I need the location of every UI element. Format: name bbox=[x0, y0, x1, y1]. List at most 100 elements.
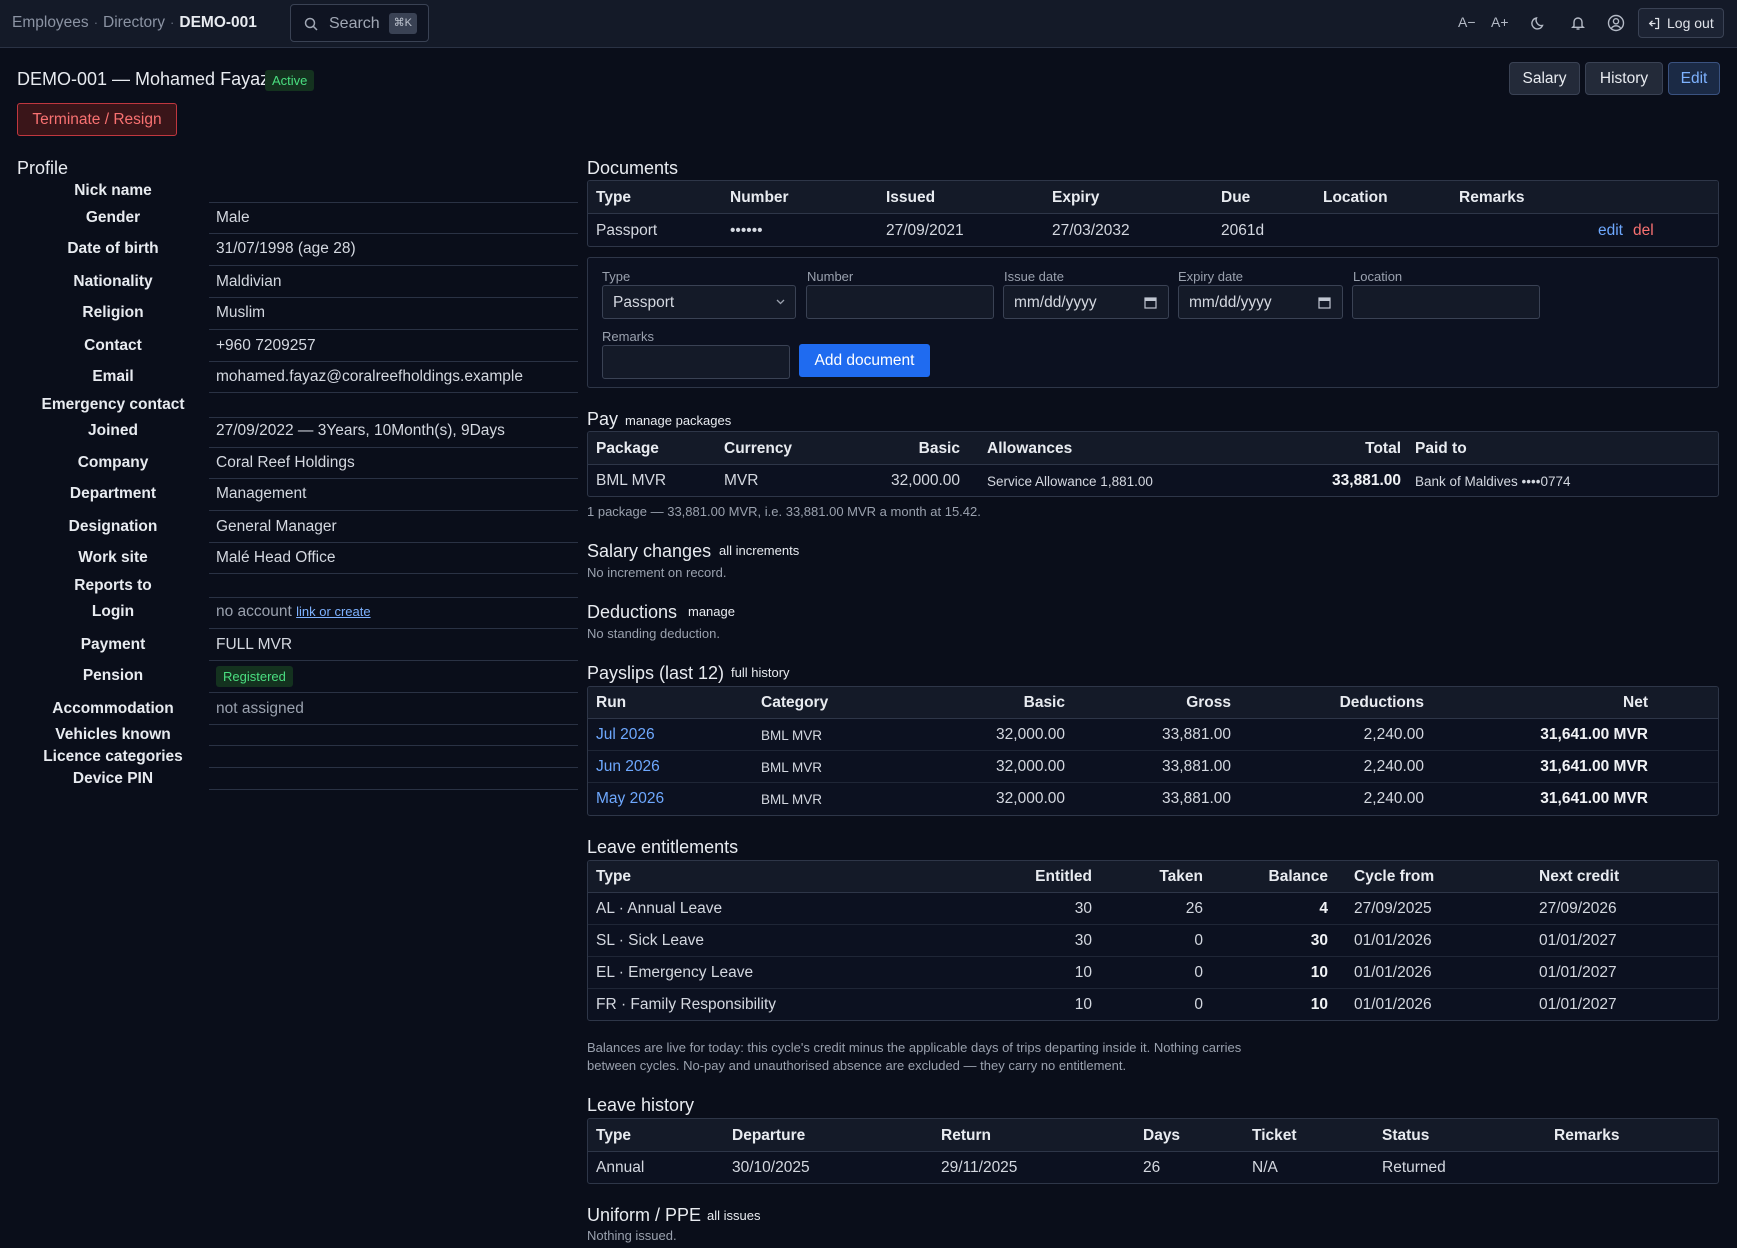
payslip-category: BML MVR bbox=[761, 728, 823, 743]
row-divider bbox=[209, 329, 578, 330]
top-bar: Employees · Directory · DEMO-001 Search ⌘K A… bbox=[0, 0, 1737, 48]
doc-edit-link[interactable]: edit bbox=[1598, 222, 1623, 240]
leave-cycle-from: 01/01/2026 bbox=[1354, 964, 1432, 981]
row-divider bbox=[209, 233, 578, 234]
leave-type: SL · Sick Leave bbox=[596, 932, 704, 949]
payslips-table: Run Category Basic Gross Deductions Net … bbox=[587, 686, 1719, 816]
pay-table: Package Currency Basic Allowances Total … bbox=[587, 431, 1719, 497]
column-header: Due bbox=[1221, 189, 1251, 206]
payslip-run-link[interactable]: Jul 2026 bbox=[596, 726, 655, 744]
table-row: BML MVR MVR 32,000.00 Service Allowance … bbox=[588, 465, 1718, 496]
profile-value: mohamed.fayaz@coralreefholdings.example bbox=[216, 368, 523, 385]
issue-date-label: Issue date bbox=[1004, 269, 1064, 284]
profile-value: FULL MVR bbox=[216, 636, 293, 653]
profile-value: Muslim bbox=[216, 304, 266, 321]
profile-value: Coral Reef Holdings bbox=[216, 454, 355, 471]
font-smaller-button[interactable]: A− bbox=[1458, 14, 1476, 30]
salary-changes-title: Salary changes bbox=[587, 541, 712, 561]
pay-total: 33,881.00 bbox=[1332, 472, 1401, 489]
search-button[interactable]: Search ⌘K bbox=[290, 4, 429, 42]
leave-entitled: 30 bbox=[1074, 900, 1092, 917]
row-divider bbox=[209, 202, 578, 203]
add-document-button[interactable]: Add document bbox=[799, 344, 930, 377]
documents-title: Documents bbox=[587, 158, 679, 178]
issue-date-input[interactable]: mm/dd/yyyy bbox=[1003, 285, 1169, 319]
column-header: Package bbox=[596, 440, 659, 457]
breadcrumb-separator: · bbox=[170, 15, 175, 30]
payslip-run-link[interactable]: May 2026 bbox=[596, 790, 664, 808]
profile-label: Contact bbox=[84, 337, 142, 354]
logout-button[interactable]: Log out bbox=[1638, 8, 1724, 38]
row-divider bbox=[209, 628, 578, 629]
remarks-input[interactable] bbox=[602, 345, 790, 379]
payslip-gross: 33,881.00 bbox=[1162, 758, 1231, 775]
breadcrumb-directory[interactable]: Directory bbox=[103, 14, 165, 31]
leave-balance: 30 bbox=[1310, 932, 1328, 949]
column-header: Issued bbox=[886, 189, 936, 206]
link-or-create-link[interactable]: link or create bbox=[296, 604, 370, 619]
row-divider bbox=[209, 692, 578, 693]
leave-type: EL · Emergency Leave bbox=[596, 964, 754, 981]
history-button[interactable]: History bbox=[1585, 62, 1663, 95]
bell-icon[interactable] bbox=[1570, 15, 1586, 31]
profile-label: Email bbox=[92, 368, 134, 385]
calendar-icon[interactable] bbox=[1318, 296, 1331, 309]
salary-button[interactable]: Salary bbox=[1509, 62, 1580, 95]
column-header: Number bbox=[730, 189, 789, 206]
terminate-resign-button[interactable]: Terminate / Resign bbox=[17, 103, 177, 136]
column-header: Allowances bbox=[987, 440, 1073, 457]
column-header: Basic bbox=[918, 440, 960, 457]
table-row: Jul 2026 BML MVR 32,000.00 33,881.00 2,2… bbox=[588, 719, 1718, 751]
column-header: Status bbox=[1382, 1127, 1430, 1144]
full-history-link[interactable]: full history bbox=[731, 665, 790, 680]
profile-label: Department bbox=[69, 485, 157, 502]
doc-type: Passport bbox=[596, 222, 658, 239]
leave-next-credit: 01/01/2027 bbox=[1539, 932, 1617, 949]
type-select[interactable]: Passport bbox=[602, 285, 796, 319]
expiry-date-input[interactable]: mm/dd/yyyy bbox=[1178, 285, 1343, 319]
font-larger-button[interactable]: A+ bbox=[1491, 14, 1509, 30]
payslip-deductions: 2,240.00 bbox=[1363, 790, 1424, 807]
row-divider bbox=[209, 660, 578, 661]
uniform-note: Nothing issued. bbox=[587, 1228, 677, 1243]
login-status: no account bbox=[216, 603, 292, 620]
leave-next-credit: 27/09/2026 bbox=[1539, 900, 1617, 917]
location-label: Location bbox=[1353, 269, 1403, 284]
search-label: Search bbox=[329, 15, 380, 32]
pay-basic: 32,000.00 bbox=[891, 472, 960, 489]
search-icon bbox=[304, 17, 318, 31]
row-divider bbox=[209, 297, 578, 298]
payslip-run-link[interactable]: Jun 2026 bbox=[596, 758, 660, 776]
manage-deductions-link[interactable]: manage bbox=[688, 604, 735, 619]
table-row: EL · Emergency Leave 10 0 10 01/01/2026 … bbox=[588, 957, 1718, 989]
number-label: Number bbox=[807, 269, 854, 284]
leave-entitled: 10 bbox=[1074, 996, 1092, 1013]
column-header: Location bbox=[1323, 189, 1388, 206]
profile-value: +960 7209257 bbox=[216, 337, 316, 354]
profile-label: Gender bbox=[85, 209, 141, 226]
table-header: Run Category Basic Gross Deductions Net bbox=[588, 687, 1718, 719]
all-increments-link[interactable]: all increments bbox=[719, 543, 799, 558]
profile-label: Accommodation bbox=[52, 700, 174, 717]
doc-issued: 27/09/2021 bbox=[886, 222, 964, 239]
breadcrumb-employees[interactable]: Employees bbox=[12, 14, 89, 31]
column-header: Net bbox=[1623, 694, 1648, 711]
user-account-icon[interactable] bbox=[1607, 14, 1625, 32]
moon-icon[interactable] bbox=[1531, 15, 1547, 31]
leave-next-credit: 01/01/2027 bbox=[1539, 996, 1617, 1013]
number-input[interactable] bbox=[806, 285, 994, 319]
calendar-icon[interactable] bbox=[1144, 296, 1157, 309]
payslip-deductions: 2,240.00 bbox=[1363, 726, 1424, 743]
manage-packages-link[interactable]: manage packages bbox=[625, 413, 731, 428]
expiry-date-placeholder: mm/dd/yyyy bbox=[1189, 294, 1272, 311]
table-row: SL · Sick Leave 30 0 30 01/01/2026 01/01… bbox=[588, 925, 1718, 957]
location-input[interactable] bbox=[1352, 285, 1540, 319]
profile-value: General Manager bbox=[216, 518, 337, 535]
history-return: 29/11/2025 bbox=[941, 1159, 1018, 1176]
doc-delete-link[interactable]: del bbox=[1633, 222, 1654, 240]
pay-package: BML MVR bbox=[596, 472, 667, 489]
edit-button[interactable]: Edit bbox=[1668, 62, 1720, 95]
all-issues-link[interactable]: all issues bbox=[707, 1208, 760, 1223]
profile-value: Maldivian bbox=[216, 273, 282, 290]
history-days: 26 bbox=[1143, 1159, 1161, 1176]
